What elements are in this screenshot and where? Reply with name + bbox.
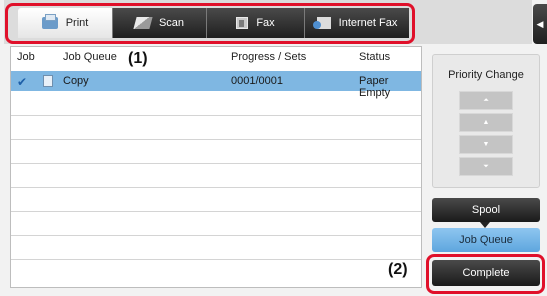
- table-row[interactable]: ✔ Copy 0001/0001 Paper Empty: [11, 71, 421, 99]
- row-progress: 0001/0001: [231, 75, 283, 87]
- down-icon: ▼: [482, 141, 490, 148]
- row-divider: [11, 115, 421, 116]
- row-divider: [11, 187, 421, 188]
- priority-change-panel: Priority Change ⏶ ▲ ▼ ⏷: [432, 54, 540, 188]
- row-job-queue: Copy: [63, 75, 89, 87]
- double-down-icon: ⏷: [483, 162, 489, 170]
- side-panel-toggle[interactable]: ◀: [533, 4, 547, 44]
- job-status-screen: Print Scan Fax Internet Fax ◀ Job Job Qu…: [0, 0, 547, 296]
- move-to-top-button[interactable]: ⏶: [459, 91, 513, 110]
- callout-frame-complete: [426, 254, 545, 294]
- move-down-button[interactable]: ▼: [459, 135, 513, 154]
- row-divider: [11, 163, 421, 164]
- callout-frame-tabs: [5, 3, 415, 44]
- spool-button[interactable]: Spool: [432, 198, 540, 222]
- chevron-left-icon: ◀: [536, 18, 544, 29]
- column-status: Status: [359, 51, 391, 63]
- row-divider: [11, 211, 421, 212]
- copy-job-icon: [43, 75, 53, 87]
- priority-change-title: Priority Change: [448, 69, 524, 81]
- double-up-icon: ⏶: [483, 96, 489, 104]
- row-divider: [11, 235, 421, 236]
- job-queue-list: Job Job Queue Progress / Sets Status ✔ C…: [10, 46, 422, 288]
- check-icon: ✔: [17, 75, 28, 89]
- move-up-button[interactable]: ▲: [459, 113, 513, 132]
- up-icon: ▲: [482, 119, 490, 126]
- move-to-bottom-button[interactable]: ⏷: [459, 157, 513, 176]
- job-list-header: Job Job Queue Progress / Sets Status: [11, 47, 421, 67]
- column-progress: Progress / Sets: [231, 51, 307, 63]
- row-divider: [11, 139, 421, 140]
- callout-label-2: (2): [388, 261, 408, 278]
- row-divider: [11, 259, 421, 260]
- callout-label-1: (1): [128, 50, 148, 67]
- column-job-queue: Job Queue: [63, 51, 117, 63]
- column-job: Job: [17, 51, 35, 63]
- row-status: Paper Empty: [359, 75, 391, 99]
- job-queue-button[interactable]: Job Queue: [432, 228, 540, 252]
